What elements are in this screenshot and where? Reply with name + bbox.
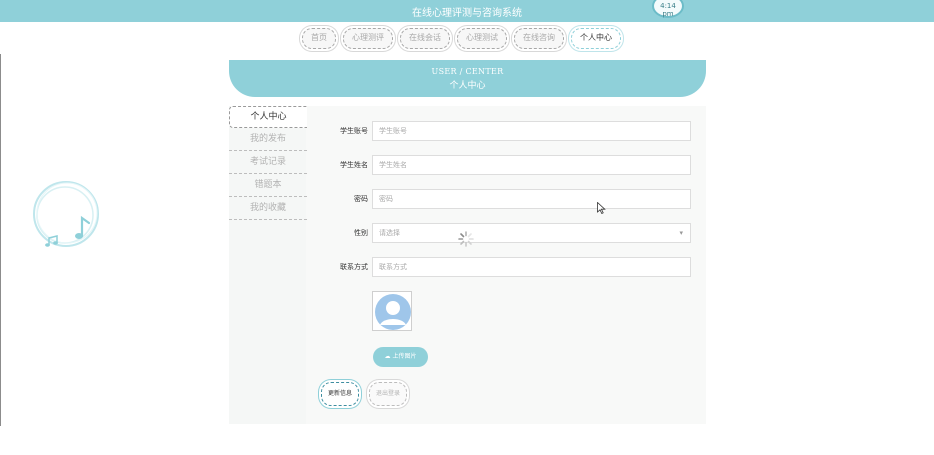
row-student-name: 学生姓名 学生姓名 <box>306 155 706 175</box>
mouse-pointer-icon <box>597 202 606 214</box>
nav-personal-center[interactable]: 个人中心 <box>571 28 621 49</box>
row-contact: 联系方式 联系方式 <box>306 257 706 277</box>
nav-online-consult[interactable]: 在线咨询 <box>514 28 564 49</box>
banner-title-zh: 个人中心 <box>449 81 486 91</box>
upload-image-button[interactable]: ☁ 上传图片 <box>373 347 428 367</box>
password-label: 密码 <box>354 195 368 203</box>
nav-online-session[interactable]: 在线会话 <box>400 28 450 49</box>
loading-spinner-icon <box>458 231 474 247</box>
contact-input[interactable]: 联系方式 <box>372 257 691 277</box>
sidebar-item-personal-center[interactable]: 个人中心 <box>229 106 307 128</box>
row-password: 密码 密码 <box>306 189 706 209</box>
upload-image-label: 上传图片 <box>392 353 417 360</box>
contact-label: 联系方式 <box>340 263 368 271</box>
main-nav: 首页 心理测评 在线会话 心理测试 在线咨询 个人中心 <box>302 28 621 50</box>
gender-select[interactable]: 请选择 ▾ <box>372 223 691 243</box>
row-gender: 性别 请选择 ▾ <box>306 223 706 243</box>
nav-assessment[interactable]: 心理测评 <box>343 28 393 49</box>
student-name-input[interactable]: 学生姓名 <box>372 155 691 175</box>
nav-psych-test[interactable]: 心理测试 <box>457 28 507 49</box>
student-name-label: 学生姓名 <box>340 161 368 169</box>
row-student-no: 学生账号 学生账号 <box>306 121 706 141</box>
nav-home[interactable]: 首页 <box>302 28 336 49</box>
app-title: 在线心理评测与咨询系统 <box>412 8 522 19</box>
banner-title-en: USER / CENTER <box>431 67 504 76</box>
student-no-label: 学生账号 <box>340 127 368 135</box>
update-info-button[interactable]: 更新信息 <box>321 382 359 406</box>
sidebar-item-my-posts[interactable]: 我的发布 <box>229 129 307 151</box>
sidebar-item-favorites[interactable]: 我的收藏 <box>229 198 307 220</box>
sidebar: 个人中心 我的发布 考试记录 错题本 我的收藏 <box>229 106 307 221</box>
sidebar-item-exam-records[interactable]: 考试记录 <box>229 152 307 174</box>
chevron-down-icon: ▾ <box>679 229 683 237</box>
music-player-icon[interactable] <box>22 178 104 254</box>
gender-label: 性别 <box>354 229 368 237</box>
left-divider <box>0 54 1 426</box>
avatar-placeholder-icon <box>373 292 411 330</box>
sidebar-item-wrong-questions[interactable]: 错题本 <box>229 175 307 197</box>
avatar-preview <box>372 291 412 331</box>
student-no-input[interactable]: 学生账号 <box>372 121 691 141</box>
gender-select-value: 请选择 <box>379 229 400 237</box>
logout-button[interactable]: 退出登录 <box>369 382 407 406</box>
password-input[interactable]: 密码 <box>372 189 691 209</box>
top-header-bar: 在线心理评测与咨询系统 <box>0 0 934 22</box>
page-banner: USER / CENTER 个人中心 <box>229 60 706 97</box>
